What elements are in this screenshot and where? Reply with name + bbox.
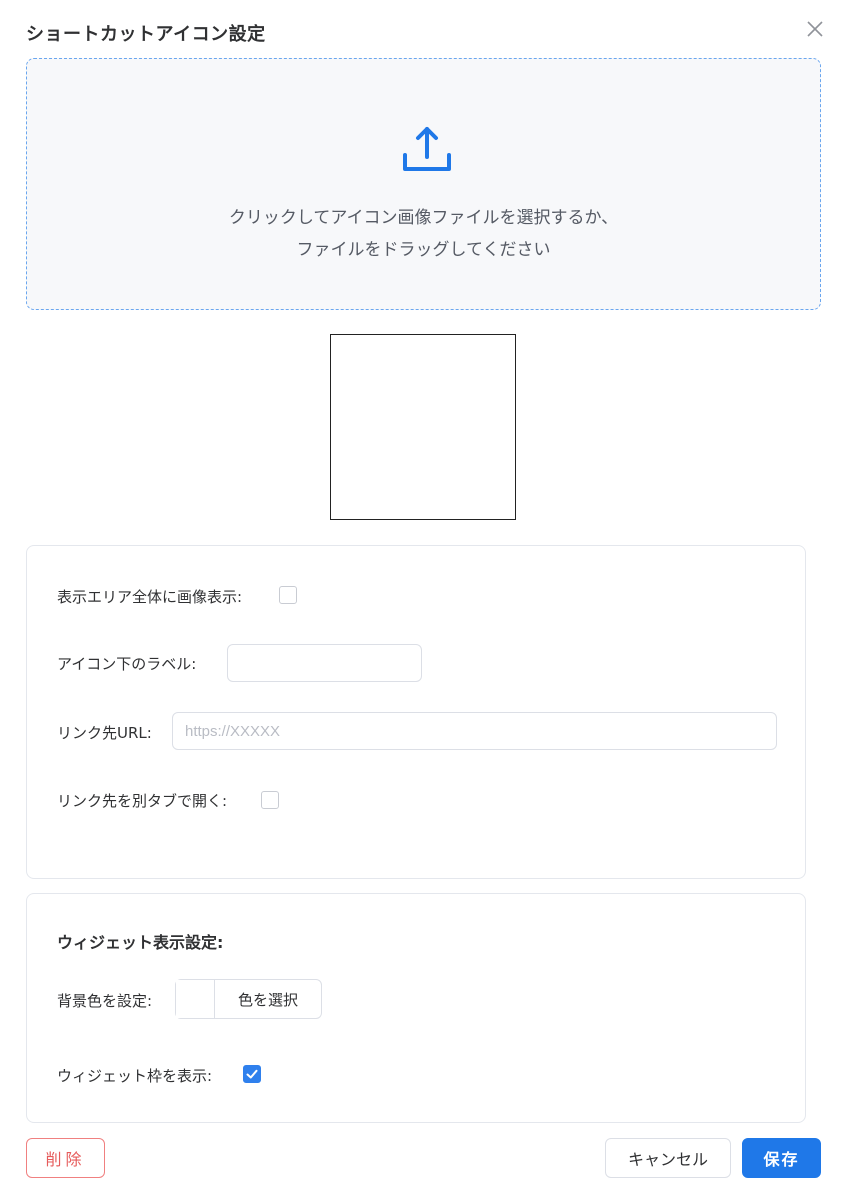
icon-preview bbox=[330, 334, 516, 520]
widget-section-title: ウィジェット表示設定: bbox=[57, 933, 224, 952]
bg-color-swatch[interactable] bbox=[176, 980, 215, 1018]
check-icon bbox=[246, 1069, 258, 1079]
link-url-input[interactable] bbox=[172, 712, 777, 750]
bg-color-label: 背景色を設定: bbox=[57, 992, 153, 1010]
show-border-checkbox[interactable] bbox=[243, 1065, 261, 1083]
upload-instruction-line1: クリックしてアイコン画像ファイルを選択するか、 bbox=[228, 208, 619, 228]
link-settings-panel: 表示エリア全体に画像表示: アイコン下のラベル: リンク先URL: リンク先を別… bbox=[26, 545, 806, 879]
show-border-label: ウィジェット枠を表示: bbox=[57, 1067, 213, 1085]
close-button[interactable] bbox=[804, 18, 826, 40]
upload-icon bbox=[401, 125, 453, 175]
upload-dropzone[interactable]: クリックしてアイコン画像ファイルを選択するか、 ファイルをドラッグしてください bbox=[26, 58, 821, 310]
choose-color-button[interactable]: 色を選択 bbox=[215, 980, 321, 1018]
bg-color-picker: 色を選択 bbox=[175, 979, 322, 1019]
new-tab-checkbox[interactable] bbox=[261, 791, 279, 809]
full-image-checkbox[interactable] bbox=[279, 586, 297, 604]
icon-label-label: アイコン下のラベル: bbox=[57, 655, 197, 673]
widget-settings-panel: ウィジェット表示設定: 背景色を設定: 色を選択 ウィジェット枠を表示: bbox=[26, 893, 806, 1123]
save-button[interactable]: 保存 bbox=[742, 1138, 821, 1178]
icon-label-input[interactable] bbox=[227, 644, 422, 682]
upload-instruction-line2: ファイルをドラッグしてください bbox=[296, 240, 551, 260]
dialog-title: ショートカットアイコン設定 bbox=[26, 24, 266, 45]
link-url-label: リンク先URL: bbox=[57, 724, 152, 742]
new-tab-label: リンク先を別タブで開く: bbox=[57, 792, 228, 810]
cancel-button[interactable]: キャンセル bbox=[605, 1138, 731, 1178]
full-image-label: 表示エリア全体に画像表示: bbox=[57, 588, 243, 606]
close-icon bbox=[807, 21, 823, 37]
delete-button[interactable]: 削除 bbox=[26, 1138, 105, 1178]
